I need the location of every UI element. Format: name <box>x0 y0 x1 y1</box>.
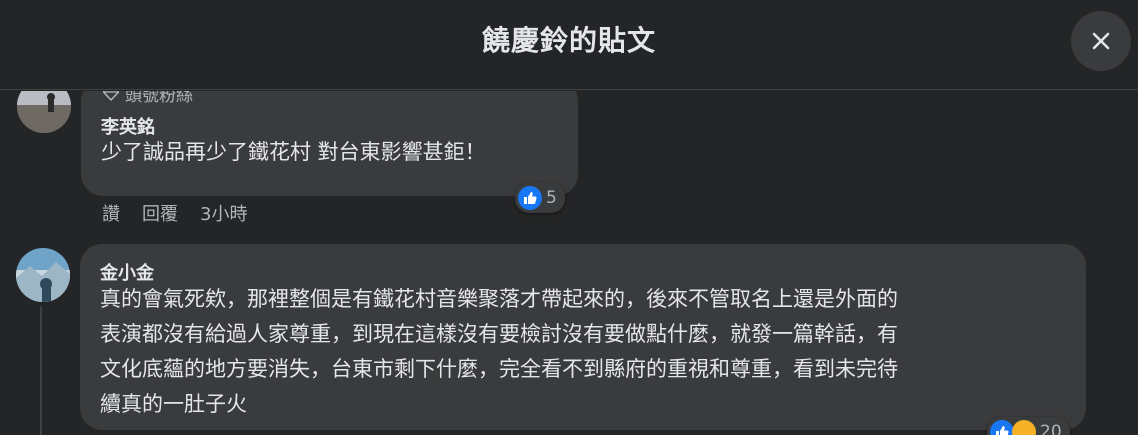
avatar[interactable] <box>17 91 71 133</box>
comment-bubble: 頭號粉絲 李英銘 少了誠品再少了鐵花村 對台東影響甚鉅！ <box>81 91 578 196</box>
top-fan-badge: 頭號粉絲 <box>103 91 193 106</box>
comment-text-line: 表演都沒有給過人家尊重，到現在這樣沒有要檢討沒有要做點什麼，就發一篇幹話，有 <box>100 322 898 346</box>
like-icon <box>990 420 1014 435</box>
comment-text: 真的會氣死欸，那裡整個是有鐵花村音樂聚落才帶起來的，後來不管取名上還是外面的 表… <box>100 282 898 422</box>
badge-label: 頭號粉絲 <box>125 91 193 106</box>
post-dialog-header: 饒慶鈴的貼文 <box>0 0 1138 90</box>
comment-text-line: 真的會氣死欸，那裡整個是有鐵花村音樂聚落才帶起來的，後來不管取名上還是外面的 <box>100 287 898 311</box>
comment-actions: 讚 回覆 3小時 <box>102 200 247 226</box>
reaction-count: 20 <box>1040 422 1062 435</box>
avatar[interactable] <box>16 248 70 302</box>
close-button[interactable] <box>1071 11 1131 71</box>
reply-button[interactable]: 回覆 <box>142 200 178 226</box>
comment-text-line: 續真的一肚子火 <box>100 392 247 416</box>
wow-icon <box>1012 420 1036 435</box>
reply-thread-line <box>40 306 42 435</box>
reaction-summary[interactable]: 5 <box>515 183 565 213</box>
comments-list: 頭號粉絲 李英銘 少了誠品再少了鐵花村 對台東影響甚鉅！ 5 讚 回覆 3小時 … <box>0 91 1138 435</box>
like-icon <box>518 186 542 210</box>
reaction-summary[interactable]: 20 <box>987 417 1070 435</box>
comment-text-line: 文化底蘊的地方要消失，台東市剩下什麼，完全看不到縣府的重視和尊重，看到未完待 <box>100 357 898 381</box>
diamond-icon <box>103 91 119 101</box>
comment-timestamp[interactable]: 3小時 <box>200 200 247 226</box>
page-title: 饒慶鈴的貼文 <box>481 24 656 57</box>
like-button[interactable]: 讚 <box>102 200 120 226</box>
comment-bubble: 金小金 真的會氣死欸，那裡整個是有鐵花村音樂聚落才帶起來的，後來不管取名上還是外… <box>80 244 1086 430</box>
reaction-count: 5 <box>546 188 557 208</box>
close-icon <box>1092 32 1110 50</box>
comment-text: 少了誠品再少了鐵花村 對台東影響甚鉅！ <box>101 140 486 164</box>
